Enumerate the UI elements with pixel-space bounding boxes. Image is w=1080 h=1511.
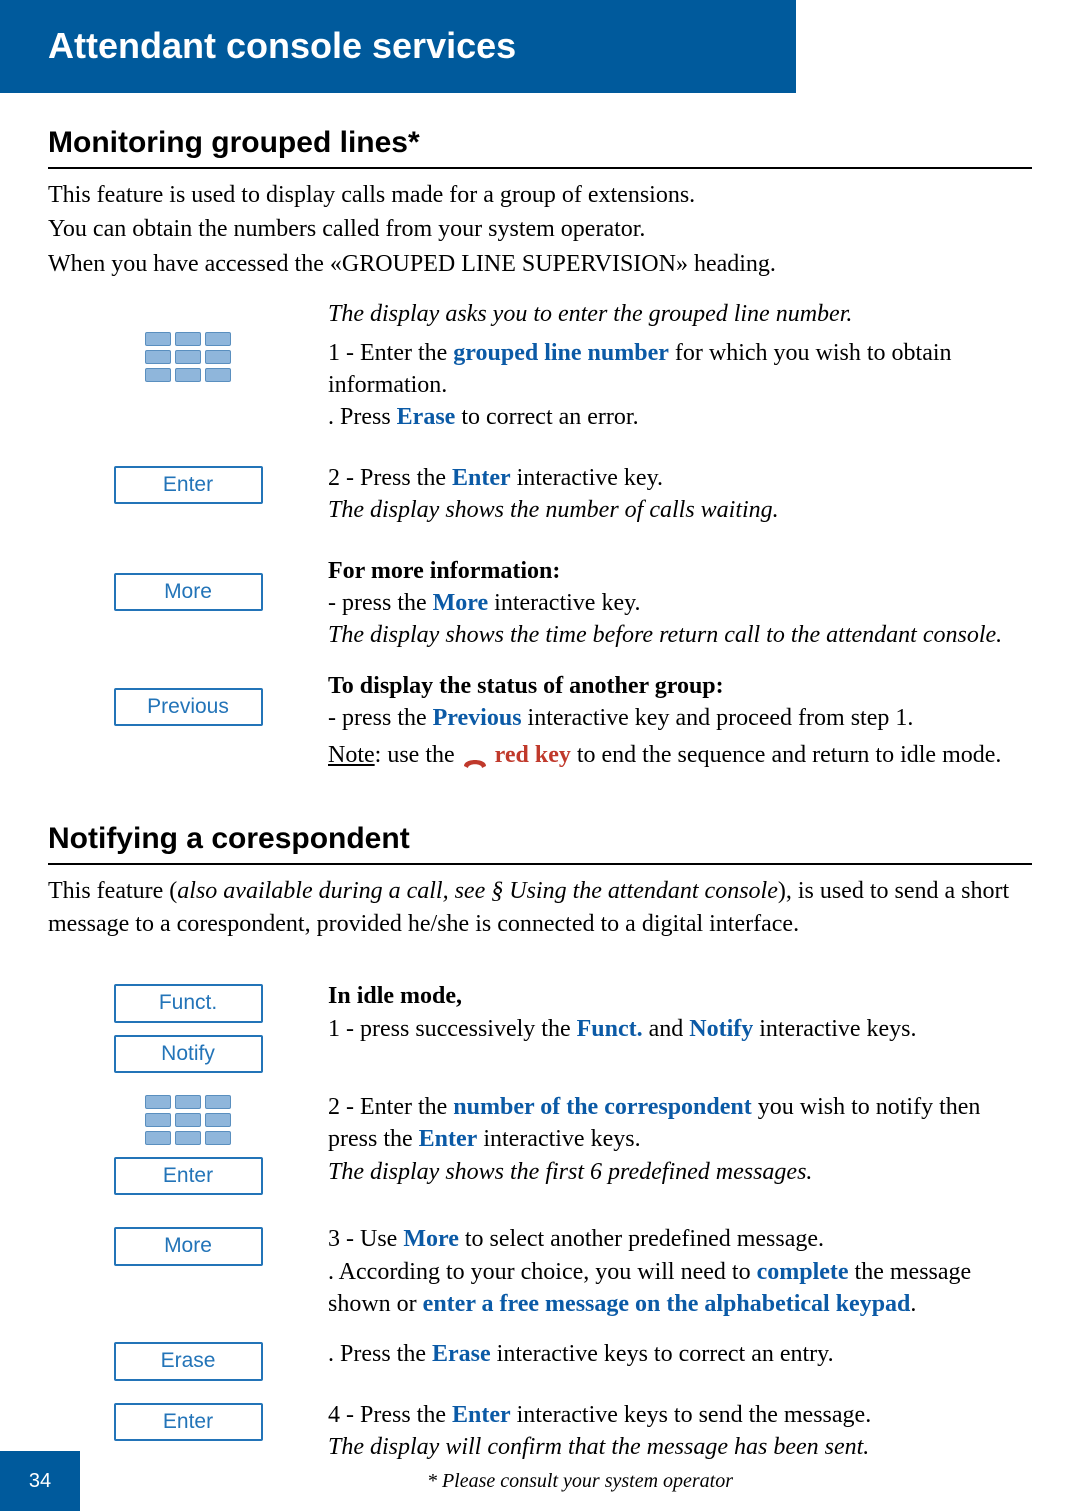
phone-handset-icon <box>461 748 489 764</box>
subheading-idle-mode: In idle mode, <box>328 983 462 1009</box>
note-label: Note <box>328 742 375 768</box>
icon-column: Previous <box>48 670 328 726</box>
section-2-title: Notifying a corespondent <box>48 819 1032 866</box>
softkey-more[interactable]: More <box>114 573 263 611</box>
icon-column: More <box>48 555 328 611</box>
text: interactive key. <box>488 590 640 616</box>
step-text: 3 - Use More to select another predefine… <box>328 1223 1032 1320</box>
subheading-more-info: For more information: <box>328 558 560 584</box>
page-footer: 34 * Please consult your system operator <box>0 1451 1080 1511</box>
icon-column: Funct. Notify <box>48 980 328 1073</box>
text: - press the <box>328 590 433 616</box>
emphasis-previous: Previous <box>433 705 522 731</box>
intro-line: When you have accessed the «GROUPED LINE… <box>48 248 1032 280</box>
emphasis-complete: complete <box>757 1259 849 1285</box>
step-row: Funct. Notify In idle mode, 1 - press su… <box>48 980 1032 1073</box>
emphasis-erase: Erase <box>432 1341 491 1367</box>
emphasis-free-message: enter a free message on the alphabetical… <box>423 1291 911 1317</box>
text: interactive key. <box>511 465 663 491</box>
icon-column: Erase <box>48 1338 328 1380</box>
step-text: 2 - Press the Enter interactive key. The… <box>328 462 1032 527</box>
emphasis-more: More <box>403 1226 459 1252</box>
step-text: For more information: - press the More i… <box>328 555 1032 652</box>
subheading-another-group: To display the status of another group: <box>328 673 724 699</box>
softkey-enter[interactable]: Enter <box>114 1403 263 1441</box>
step-row: More For more information: - press the M… <box>48 555 1032 652</box>
page-header: Attendant console services <box>0 0 796 93</box>
step-row: The display asks you to enter the groupe… <box>48 298 1032 434</box>
emphasis-funct: Funct. <box>577 1016 643 1042</box>
step-text: 2 - Enter the number of the corresponden… <box>328 1091 1032 1188</box>
page-number: 34 <box>0 1451 80 1511</box>
text: interactive key and proceed from step 1. <box>522 705 914 731</box>
emphasis-grouped-line-number: grouped line number <box>453 340 669 366</box>
text: interactive keys to correct an entry. <box>491 1341 834 1367</box>
step-row: Erase . Press the Erase interactive keys… <box>48 1338 1032 1380</box>
icon-column: Enter <box>48 1091 328 1195</box>
emphasis-more: More <box>433 590 489 616</box>
text: and <box>643 1016 690 1042</box>
icon-column: Enter <box>48 462 328 504</box>
italic-text: The display shows the number of calls wa… <box>328 494 1032 526</box>
text: : use the <box>375 742 461 768</box>
italic-text: The display shows the first 6 predefined… <box>328 1156 1032 1188</box>
emphasis-red-key: red key <box>495 742 571 768</box>
text: . According to your choice, you will nee… <box>328 1259 757 1285</box>
text: interactive keys to send the message. <box>511 1402 872 1428</box>
section-1-intro: This feature is used to display calls ma… <box>48 179 1032 280</box>
step-row: Enter 2 - Enter the number of the corres… <box>48 1091 1032 1195</box>
icon-column <box>48 298 328 382</box>
emphasis-notify: Notify <box>689 1016 753 1042</box>
emphasis-erase: Erase <box>397 404 456 430</box>
softkey-funct[interactable]: Funct. <box>114 984 263 1022</box>
text: . Press the <box>328 1341 432 1367</box>
step-text: The display asks you to enter the groupe… <box>328 298 1032 434</box>
emphasis-enter: Enter <box>452 1402 511 1428</box>
softkey-enter[interactable]: Enter <box>114 1157 263 1195</box>
text: 2 - Press the <box>328 465 452 491</box>
page-title: Attendant console services <box>48 25 516 66</box>
keypad-icon <box>145 332 231 382</box>
intro-line: You can obtain the numbers called from y… <box>48 213 1032 245</box>
step-row: Enter 2 - Press the Enter interactive ke… <box>48 462 1032 527</box>
text: 1 - Enter the <box>328 340 453 366</box>
softkey-notify[interactable]: Notify <box>114 1035 263 1073</box>
text: 4 - Press the <box>328 1402 452 1428</box>
text: . Press <box>328 404 397 430</box>
text: 2 - Enter the <box>328 1094 453 1120</box>
emphasis-enter: Enter <box>452 465 511 491</box>
emphasis-enter: Enter <box>419 1126 478 1152</box>
section-2-intro: This feature (also available during a ca… <box>48 875 1032 940</box>
intro-line: This feature is used to display calls ma… <box>48 179 1032 211</box>
text: 1 - press successively the <box>328 1016 577 1042</box>
footnote: * Please consult your system operator <box>80 1468 1080 1495</box>
emphasis-correspondent-number: number of the correspondent <box>453 1094 751 1120</box>
text: to correct an error. <box>455 404 638 430</box>
text: . <box>910 1291 916 1317</box>
icon-column: Enter <box>48 1399 328 1441</box>
softkey-previous[interactable]: Previous <box>114 688 263 726</box>
icon-column: More <box>48 1223 328 1265</box>
italic-text: also available during a call, see § Usin… <box>177 878 778 904</box>
text: to end the sequence and return to idle m… <box>571 742 1002 768</box>
text: 3 - Use <box>328 1226 403 1252</box>
text: interactive keys. <box>477 1126 640 1152</box>
softkey-enter[interactable]: Enter <box>114 466 263 504</box>
step-row: More 3 - Use More to select another pred… <box>48 1223 1032 1320</box>
step-text: . Press the Erase interactive keys to co… <box>328 1338 1032 1370</box>
softkey-erase[interactable]: Erase <box>114 1342 263 1380</box>
italic-text: The display shows the time before return… <box>328 619 1032 651</box>
section-1-title: Monitoring grouped lines* <box>48 123 1032 170</box>
step-text: In idle mode, 1 - press successively the… <box>328 980 1032 1045</box>
text: interactive keys. <box>753 1016 916 1042</box>
prompt-text: The display asks you to enter the groupe… <box>328 298 1032 330</box>
step-row: Previous To display the status of anothe… <box>48 670 1032 771</box>
keypad-icon <box>145 1095 231 1145</box>
page-content: Monitoring grouped lines* This feature i… <box>0 123 1080 1464</box>
text: - press the <box>328 705 433 731</box>
softkey-more[interactable]: More <box>114 1227 263 1265</box>
text: to select another predefined message. <box>459 1226 824 1252</box>
text: This feature ( <box>48 878 177 904</box>
step-text: To display the status of another group: … <box>328 670 1032 771</box>
